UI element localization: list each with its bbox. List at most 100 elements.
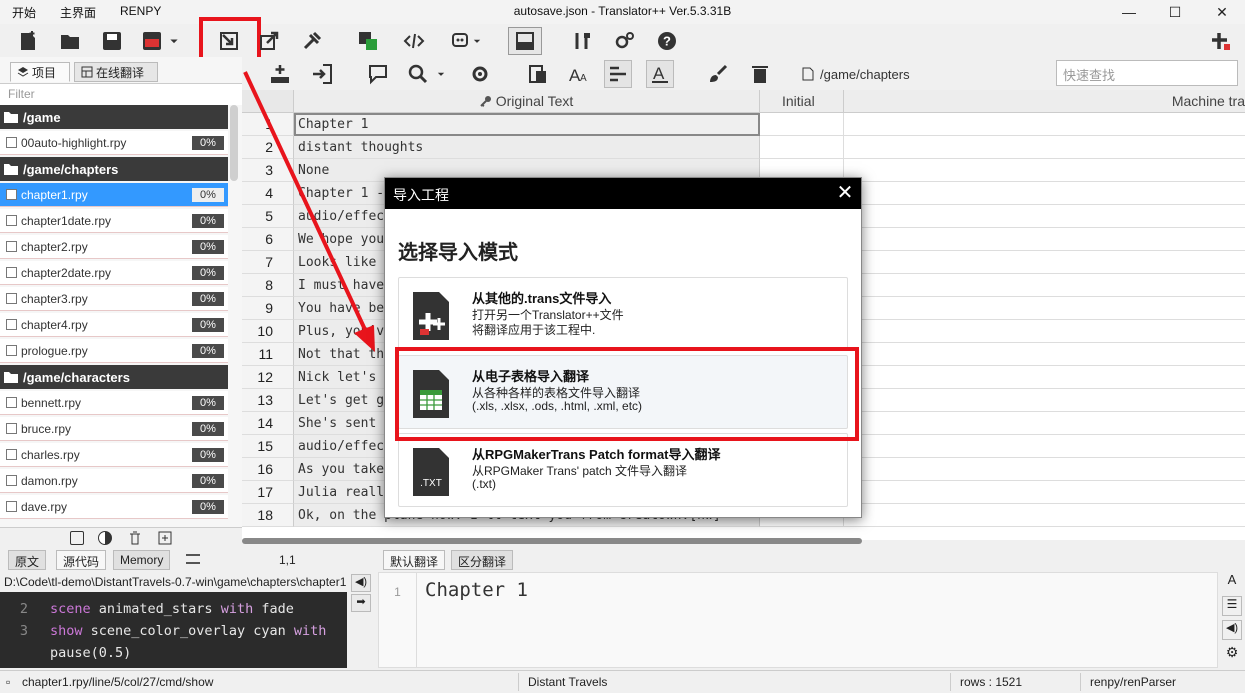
row-number[interactable]: 1 [242, 113, 294, 136]
option-import-trans[interactable]: 从其他的.trans文件导入 打开另一个Translator++文件 将翻译应用… [398, 277, 848, 351]
tab-original[interactable]: 原文 [8, 550, 47, 570]
row-number[interactable]: 12 [242, 366, 294, 389]
row-number[interactable]: 18 [242, 504, 294, 527]
file-checkbox[interactable] [6, 475, 17, 486]
grid-horizontal-scrollbar[interactable] [242, 538, 862, 544]
row-number[interactable]: 15 [242, 435, 294, 458]
file-checkbox[interactable] [6, 215, 17, 226]
tree-folder[interactable]: /game [0, 105, 228, 129]
initial-cell[interactable] [760, 113, 844, 136]
machine-translation-cell[interactable] [844, 458, 1245, 481]
row-number[interactable]: 16 [242, 458, 294, 481]
machine-translation-cell[interactable] [844, 205, 1245, 228]
save-as-button[interactable] [138, 27, 166, 55]
new-project-button[interactable] [14, 27, 42, 55]
comment-button[interactable] [364, 60, 392, 88]
speaker-icon[interactable]: ◀) [1222, 620, 1242, 640]
menu-start[interactable]: 开始 [12, 4, 36, 21]
file-checkbox[interactable] [6, 423, 17, 434]
machine-translation-cell[interactable] [844, 182, 1245, 205]
machine-translation-cell[interactable] [844, 251, 1245, 274]
machine-translation-cell[interactable] [844, 435, 1245, 458]
file-checkbox[interactable] [6, 345, 17, 356]
row-number[interactable]: 13 [242, 389, 294, 412]
tree-file[interactable]: bennett.rpy 0% [0, 391, 228, 415]
search-dropdown[interactable] [434, 60, 448, 88]
paste-button[interactable] [524, 60, 552, 88]
batch-dropdown[interactable] [470, 27, 484, 55]
layout-toggle-button[interactable] [508, 27, 542, 55]
add-plugin-button[interactable] [1207, 27, 1235, 55]
tree-file[interactable]: 00auto-highlight.rpy 0% [0, 131, 228, 155]
goto-button[interactable] [308, 60, 336, 88]
brush-button[interactable] [704, 60, 732, 88]
file-checkbox[interactable] [6, 267, 17, 278]
row-number[interactable]: 7 [242, 251, 294, 274]
header-initial[interactable]: Initial [760, 90, 844, 113]
tree-file[interactable]: bruce.rpy 0% [0, 417, 228, 441]
tree-file[interactable]: dave.rpy 0% [0, 495, 228, 519]
clear-button[interactable] [746, 60, 774, 88]
code-button[interactable] [400, 27, 428, 55]
tab-online-translate[interactable]: 在线翻译 [74, 62, 158, 82]
file-checkbox[interactable] [6, 137, 17, 148]
tree-file[interactable]: chapter2.rpy 0% [0, 235, 228, 259]
select-none-icon[interactable] [70, 531, 84, 545]
machine-translation-cell[interactable] [844, 389, 1245, 412]
tree-file[interactable]: chapter1date.rpy 0% [0, 209, 228, 233]
tree-scrollbar[interactable] [230, 105, 238, 181]
machine-translation-cell[interactable] [844, 136, 1245, 159]
machine-translation-cell[interactable] [844, 274, 1245, 297]
trash-icon[interactable] [128, 531, 142, 545]
add-row-button[interactable] [266, 60, 294, 88]
settings-button[interactable] [611, 27, 639, 55]
machine-translation-cell[interactable] [844, 159, 1245, 182]
maximize-button[interactable]: ☐ [1152, 0, 1198, 24]
inject-button[interactable] [298, 27, 326, 55]
editor-text[interactable]: Chapter 1 [425, 579, 528, 601]
machine-translation-cell[interactable] [844, 113, 1245, 136]
tree-file[interactable]: chapter1.rpy 0% [0, 183, 228, 207]
tab-default-translation[interactable]: 默认翻译 [383, 550, 446, 570]
file-checkbox[interactable] [6, 293, 17, 304]
tools-button[interactable] [568, 27, 596, 55]
wrap-button[interactable] [604, 60, 632, 88]
font-style-button[interactable]: A [646, 60, 674, 88]
speaker-icon[interactable]: ◀) [351, 574, 371, 592]
header-machine-translation[interactable]: Machine tra [844, 90, 1245, 113]
tab-memory[interactable]: Memory [113, 550, 171, 570]
machine-translation-cell[interactable] [844, 481, 1245, 504]
menu-main[interactable]: 主界面 [60, 4, 96, 21]
font-icon[interactable]: A [1222, 572, 1242, 592]
row-number[interactable]: 10 [242, 320, 294, 343]
file-checkbox[interactable] [6, 449, 17, 460]
file-checkbox[interactable] [6, 241, 17, 252]
file-checkbox[interactable] [6, 397, 17, 408]
tab-split-translation[interactable]: 区分翻译 [451, 550, 514, 570]
export-button[interactable] [255, 27, 283, 55]
save-button[interactable] [98, 27, 126, 55]
file-checkbox[interactable] [6, 501, 17, 512]
menu-renpy[interactable]: RENPY [120, 4, 161, 18]
row-number[interactable]: 14 [242, 412, 294, 435]
row-number[interactable]: 6 [242, 228, 294, 251]
option-import-rpgmaker[interactable]: .TXT 从RPGMakerTrans Patch format导入翻译 从RP… [398, 433, 848, 507]
list-icon[interactable] [186, 554, 200, 564]
machine-translation-cell[interactable] [844, 412, 1245, 435]
wrap-icon[interactable]: ☰ [1222, 596, 1242, 616]
tree-file[interactable]: prologue.rpy 0% [0, 339, 228, 363]
row-number[interactable]: 11 [242, 343, 294, 366]
file-checkbox[interactable] [6, 189, 17, 200]
tree-folder[interactable]: /game/characters [0, 365, 228, 389]
font-button[interactable]: AA [564, 60, 592, 88]
tab-project[interactable]: 项目 [10, 62, 70, 82]
machine-translation-cell[interactable] [844, 343, 1245, 366]
invert-selection-icon[interactable] [98, 531, 112, 545]
machine-translation-cell[interactable] [844, 320, 1245, 343]
row-number[interactable]: 2 [242, 136, 294, 159]
machine-translation-cell[interactable] [844, 228, 1245, 251]
options-button[interactable] [466, 60, 494, 88]
row-number[interactable]: 9 [242, 297, 294, 320]
machine-translation-cell[interactable] [844, 504, 1245, 527]
tree-file[interactable]: chapter4.rpy 0% [0, 313, 228, 337]
